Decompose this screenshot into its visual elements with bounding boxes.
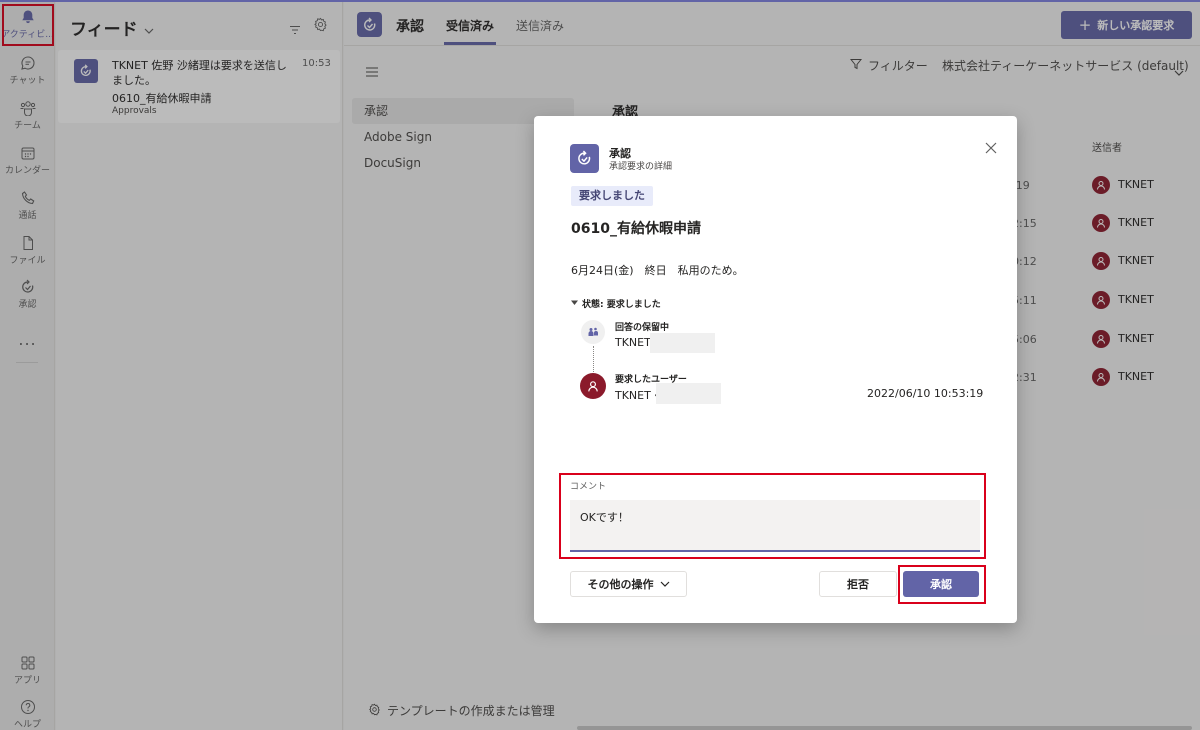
timeline-name-requester: TKNET・ (615, 389, 662, 402)
user-avatar-icon (580, 373, 606, 399)
comment-label: コメント (570, 482, 607, 492)
close-icon[interactable] (984, 140, 998, 154)
more-actions-button[interactable]: その他の操作 (570, 571, 687, 597)
comment-input[interactable]: OKです！ (570, 500, 980, 552)
timeline-name-pending: TKNET (615, 336, 651, 349)
caret-down-icon (571, 299, 578, 309)
dialog-subtitle: 承認要求の詳細 (609, 162, 673, 172)
status-toggle[interactable]: 状態: 要求しました (571, 297, 661, 310)
chevron-down-icon (660, 578, 670, 591)
highlight-box-approve (898, 565, 986, 604)
more-actions-label: その他の操作 (587, 578, 654, 591)
window-top-accent (0, 0, 1200, 2)
timeline-request-date: 2022/06/10 10:53:19 (867, 387, 984, 400)
redacted-name-block (650, 333, 715, 353)
reject-button[interactable]: 拒否 (819, 571, 897, 597)
pending-people-icon (581, 320, 605, 344)
status-badge: 要求しました (571, 186, 653, 206)
approvals-icon (570, 144, 599, 173)
request-title: 0610_有給休暇申請 (571, 221, 701, 237)
redacted-name-block (656, 383, 721, 404)
timeline-connector (593, 346, 594, 372)
request-description: 6月24日(金) 終日 私用のため。 (571, 264, 744, 277)
status-label: 状態: 要求しました (582, 300, 661, 310)
timeline-heading-pending: 回答の保留中 (615, 323, 670, 333)
approval-detail-dialog: 承認 承認要求の詳細 要求しました 0610_有給休暇申請 6月24日(金) 終… (534, 116, 1017, 623)
